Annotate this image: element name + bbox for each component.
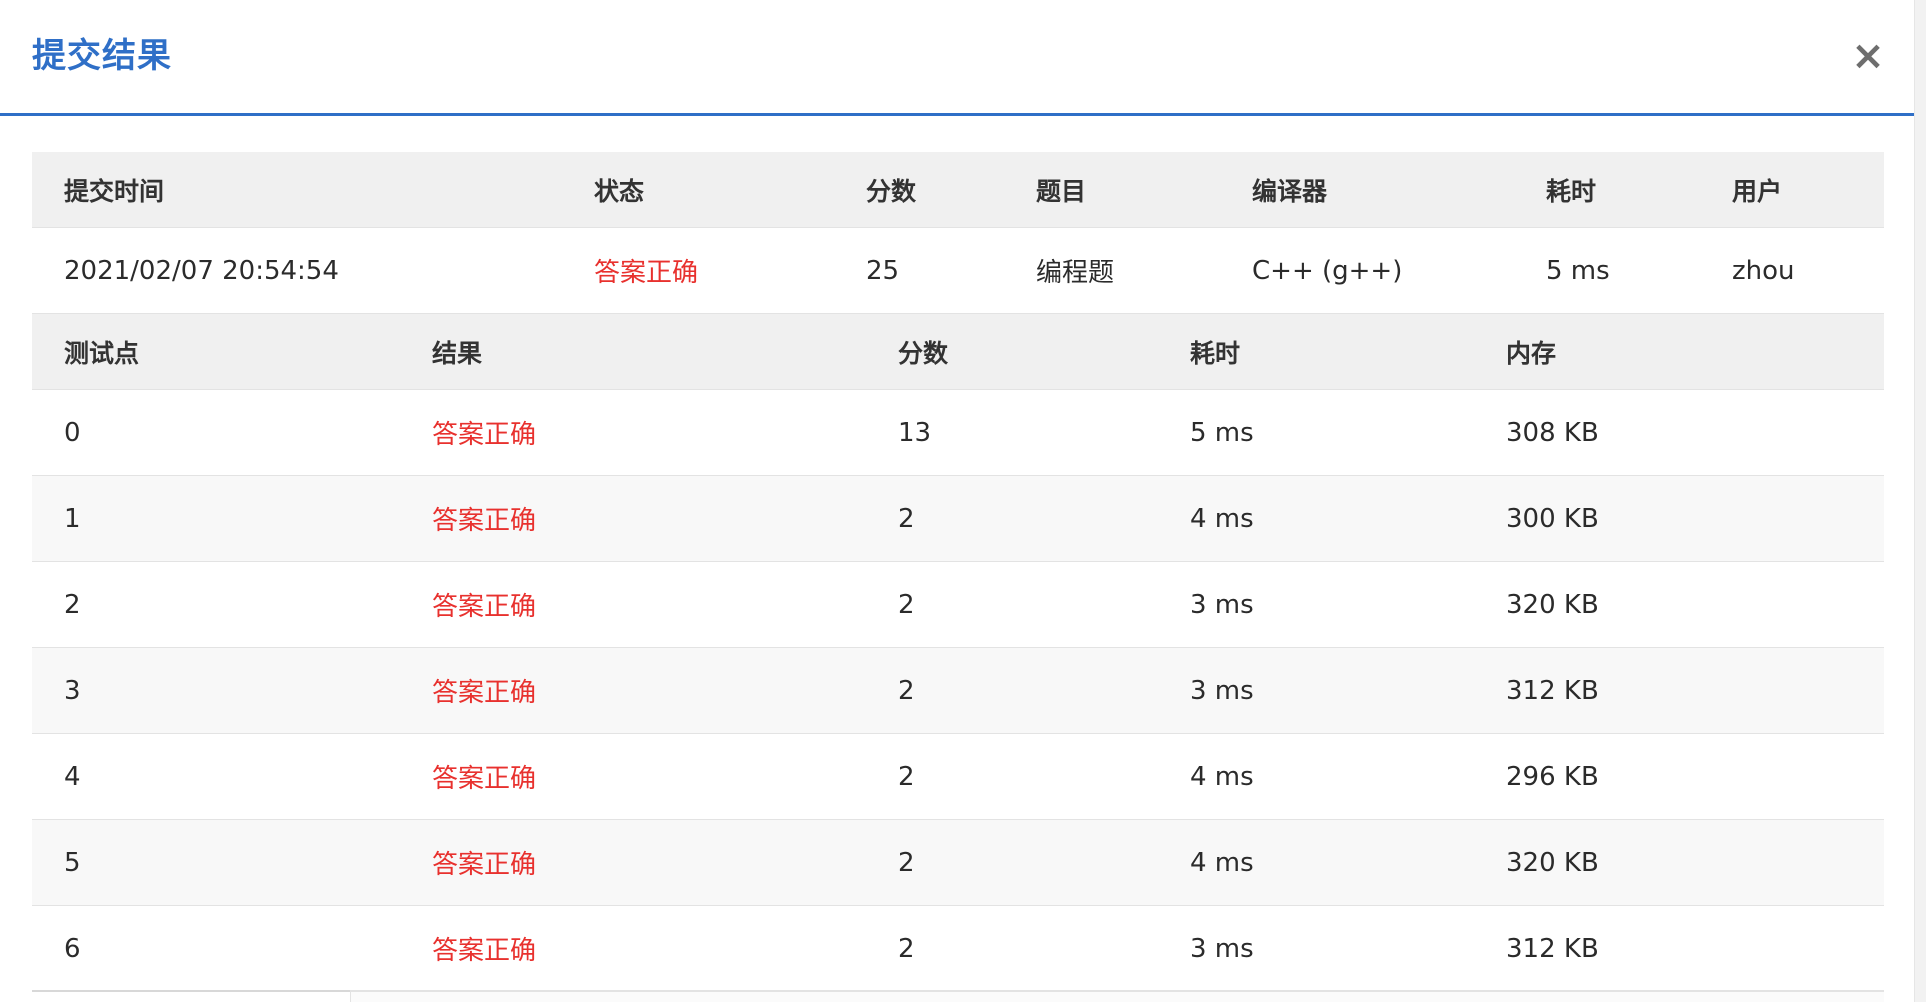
test-point: 0 <box>64 417 81 448</box>
submission-elapsed: 5 ms <box>1546 255 1610 286</box>
test-memory: 300 KB <box>1506 503 1599 534</box>
divider <box>32 990 350 992</box>
test-memory: 312 KB <box>1506 675 1599 706</box>
test-result: 答案正确 <box>432 850 537 880</box>
test-point: 5 <box>64 847 81 878</box>
header-problem: 题目 <box>1036 176 1087 206</box>
header-test-elapsed: 耗时 <box>1190 338 1241 368</box>
table-row: 2 答案正确 2 3 ms 320 KB <box>32 562 1884 648</box>
header-compiler: 编译器 <box>1252 176 1328 206</box>
close-icon: × <box>1851 33 1885 79</box>
header-score: 分数 <box>866 176 917 206</box>
test-elapsed: 4 ms <box>1190 761 1254 792</box>
test-elapsed: 3 ms <box>1190 933 1254 964</box>
test-result: 答案正确 <box>432 592 537 622</box>
test-score: 13 <box>898 417 932 448</box>
header-test-score: 分数 <box>898 338 949 368</box>
test-point: 6 <box>64 933 81 964</box>
submit-time: 2021/02/07 20:54:54 <box>64 255 339 286</box>
dialog-title: 提交结果 <box>32 36 172 76</box>
test-elapsed: 4 ms <box>1190 503 1254 534</box>
header-user: 用户 <box>1732 176 1783 206</box>
table-row: 4 答案正确 2 4 ms 296 KB <box>32 734 1884 820</box>
test-memory: 296 KB <box>1506 761 1599 792</box>
table-bottom-edge <box>32 990 1884 1002</box>
submission-summary-table: 提交时间 状态 分数 题目 编译器 耗时 用户 2021/02/07 20:54… <box>32 152 1884 314</box>
header-result: 结果 <box>432 338 483 368</box>
test-memory: 312 KB <box>1506 933 1599 964</box>
table-row: 3 答案正确 2 3 ms 312 KB <box>32 648 1884 734</box>
submission-status: 答案正确 <box>594 258 699 288</box>
test-elapsed: 3 ms <box>1190 675 1254 706</box>
submission-problem: 编程题 <box>1036 258 1115 288</box>
test-point: 4 <box>64 761 81 792</box>
submission-user: zhou <box>1732 255 1795 286</box>
table-row: 6 答案正确 2 3 ms 312 KB <box>32 906 1884 992</box>
test-result: 答案正确 <box>432 936 537 966</box>
submission-compiler: C++ (g++) <box>1252 255 1403 286</box>
header-elapsed: 耗时 <box>1546 176 1597 206</box>
test-elapsed: 3 ms <box>1190 589 1254 620</box>
table-row: 0 答案正确 13 5 ms 308 KB <box>32 390 1884 476</box>
test-point: 2 <box>64 589 81 620</box>
summary-header-row: 提交时间 状态 分数 题目 编译器 耗时 用户 <box>32 152 1884 228</box>
table-row: 1 答案正确 2 4 ms 300 KB <box>32 476 1884 562</box>
header-memory: 内存 <box>1506 338 1557 368</box>
close-button[interactable]: × <box>1846 34 1890 78</box>
tests-header-row: 测试点 结果 分数 耗时 内存 <box>32 314 1884 390</box>
test-point: 1 <box>64 503 81 534</box>
test-elapsed: 5 ms <box>1190 417 1254 448</box>
test-elapsed: 4 ms <box>1190 847 1254 878</box>
summary-row: 2021/02/07 20:54:54 答案正确 25 编程题 C++ (g++… <box>32 228 1884 314</box>
test-score: 2 <box>898 503 915 534</box>
header-status: 状态 <box>594 176 645 206</box>
test-score: 2 <box>898 847 915 878</box>
test-point: 3 <box>64 675 81 706</box>
test-score: 2 <box>898 589 915 620</box>
submission-score: 25 <box>866 255 900 286</box>
submission-result-dialog: 提交结果 × 提交时间 状态 分数 题目 编译器 耗时 用户 2021/02/0… <box>0 0 1914 1002</box>
test-result: 答案正确 <box>432 420 537 450</box>
test-result: 答案正确 <box>432 678 537 708</box>
header-submit-time: 提交时间 <box>64 176 165 206</box>
test-memory: 320 KB <box>1506 847 1599 878</box>
header-test-point: 测试点 <box>64 338 140 368</box>
dialog-header: 提交结果 × <box>0 0 1914 116</box>
test-memory: 308 KB <box>1506 417 1599 448</box>
test-score: 2 <box>898 675 915 706</box>
divider <box>350 990 1884 1002</box>
scrollbar-track[interactable] <box>1914 0 1926 1002</box>
test-memory: 320 KB <box>1506 589 1599 620</box>
test-cases-table: 测试点 结果 分数 耗时 内存 0 答案正确 13 5 ms 308 KB 1 … <box>32 314 1884 992</box>
table-row: 5 答案正确 2 4 ms 320 KB <box>32 820 1884 906</box>
test-result: 答案正确 <box>432 764 537 794</box>
test-score: 2 <box>898 933 915 964</box>
test-result: 答案正确 <box>432 506 537 536</box>
test-score: 2 <box>898 761 915 792</box>
